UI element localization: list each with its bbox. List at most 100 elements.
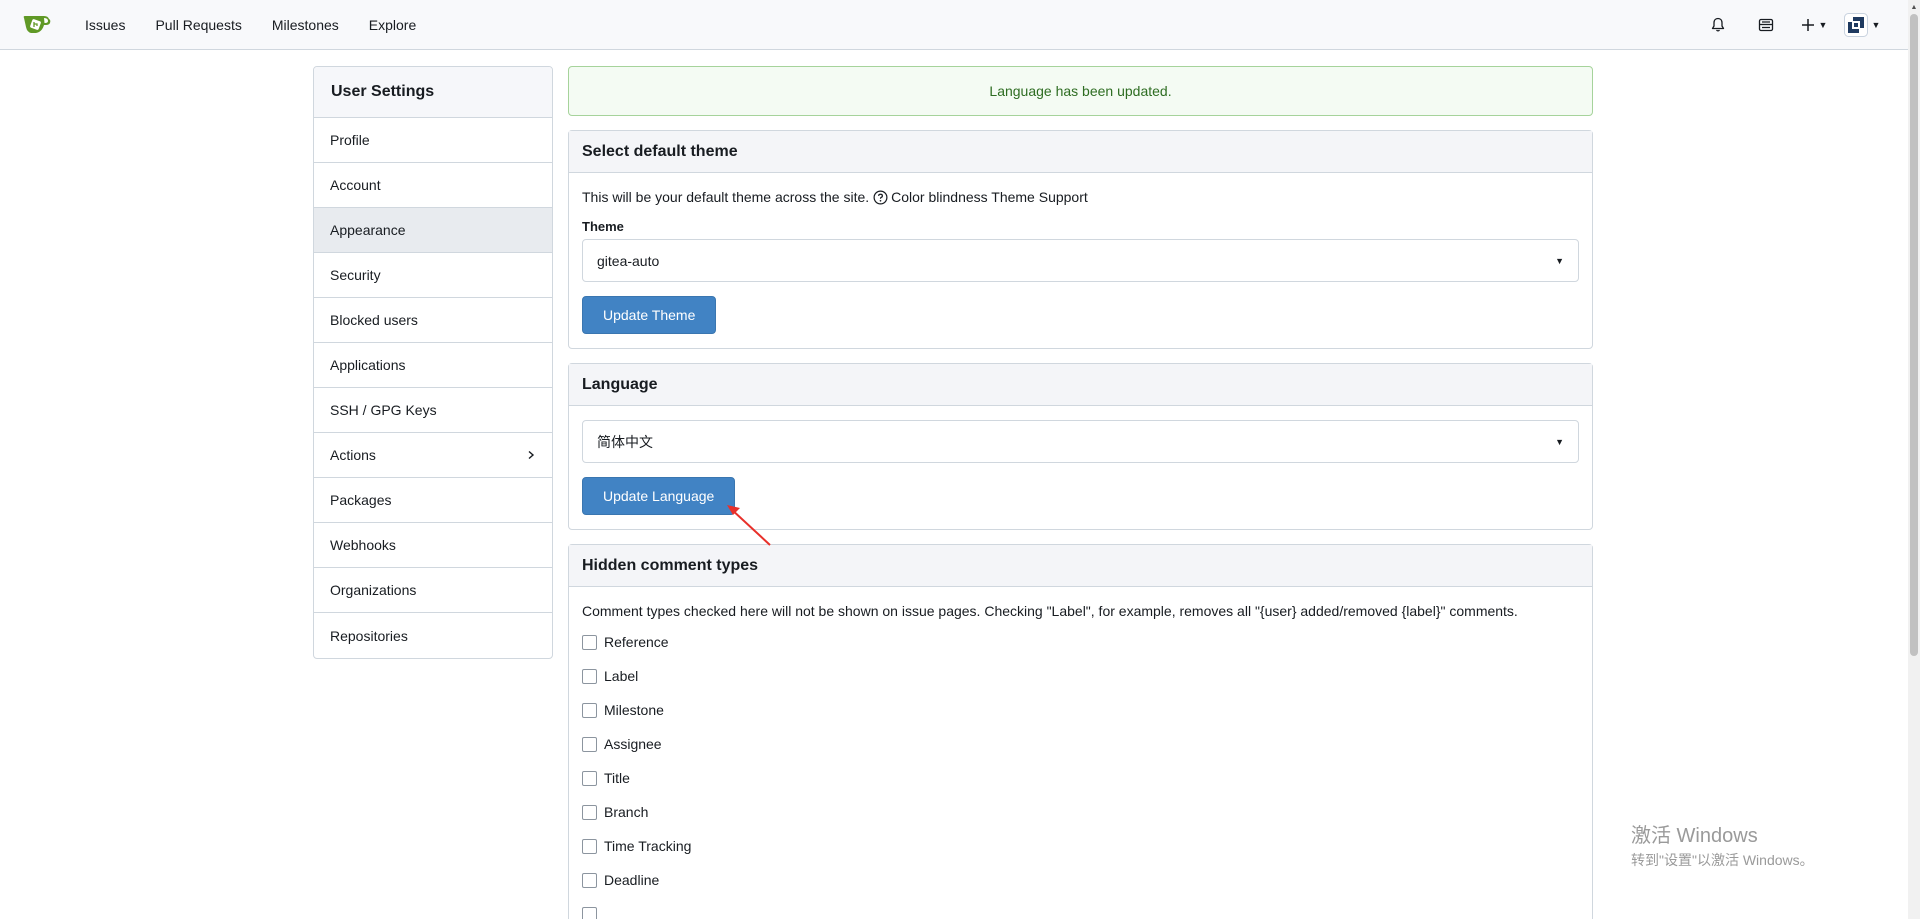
dropdown-caret-icon: ▼: [1555, 436, 1564, 447]
page-scrollbar[interactable]: ▲: [1908, 0, 1920, 919]
watermark-title: 激活 Windows: [1631, 825, 1758, 847]
chevron-right-icon: [528, 450, 535, 460]
dropdown-caret-icon: ▼: [1555, 255, 1564, 266]
bell-icon[interactable]: [1694, 0, 1742, 50]
nav-explore[interactable]: Explore: [354, 0, 431, 50]
sidebar-item-actions[interactable]: Actions: [314, 433, 552, 478]
checkbox-deadline[interactable]: [582, 872, 597, 888]
sidebar-item-ssh-gpg-keys[interactable]: SSH / GPG Keys: [314, 388, 552, 433]
sidebar-item-label: Packages: [330, 492, 392, 508]
sidebar-item-label: Appearance: [330, 222, 406, 238]
checkbox-milestone[interactable]: [582, 702, 597, 718]
checkbox-label: Label: [604, 668, 639, 684]
checkbox-label-type[interactable]: [582, 668, 597, 684]
checkbox-row-label[interactable]: Label: [582, 659, 1579, 693]
checkbox-label: Time Tracking: [604, 838, 692, 854]
theme-field-label: Theme: [582, 219, 624, 234]
sidebar-item-blocked-users[interactable]: Blocked users: [314, 298, 552, 343]
language-select[interactable]: 简体中文 ▼: [582, 420, 1579, 463]
checkbox-row-time-tracking[interactable]: Time Tracking: [582, 829, 1579, 863]
checkbox-label: Deadline: [604, 872, 660, 888]
gitea-logo-icon[interactable]: [22, 12, 52, 38]
theme-help: This will be your default theme across t…: [582, 187, 1579, 207]
sidebar-title: User Settings: [314, 67, 552, 118]
top-navbar: Issues Pull Requests Milestones Explore …: [0, 0, 1908, 50]
windows-activation-watermark: 激活 Windows 转到"设置"以激活 Windows。: [1631, 824, 1814, 870]
checkbox-label: Title: [604, 770, 630, 786]
sidebar-item-label: Security: [330, 267, 381, 283]
checkbox-branch[interactable]: [582, 804, 597, 820]
plus-icon: [1801, 19, 1814, 31]
language-section-body: 简体中文 ▼ Update Language: [569, 406, 1592, 529]
sidebar-item-label: SSH / GPG Keys: [330, 402, 437, 418]
checkbox-row-title[interactable]: Title: [582, 761, 1579, 795]
user-menu[interactable]: ▼: [1838, 0, 1886, 50]
language-section-header: Language: [569, 364, 1592, 406]
success-flash-message: Language has been updated.: [568, 66, 1593, 116]
sidebar-item-label: Webhooks: [330, 537, 396, 553]
settings-main: Language has been updated. Select defaul…: [568, 66, 1593, 919]
theme-select-value: gitea-auto: [597, 252, 660, 269]
update-theme-button[interactable]: Update Theme: [582, 296, 717, 334]
sidebar-item-organizations[interactable]: Organizations: [314, 568, 552, 613]
flash-text: Language has been updated.: [989, 83, 1172, 99]
scrollbar-thumb[interactable]: [1910, 14, 1918, 656]
sidebar-item-account[interactable]: Account: [314, 163, 552, 208]
sidebar-item-label: Account: [330, 177, 381, 193]
checkbox-row-deadline[interactable]: Deadline: [582, 863, 1579, 897]
sidebar-item-packages[interactable]: Packages: [314, 478, 552, 523]
checkbox-label: Assignee: [604, 736, 662, 752]
checkbox-partial[interactable]: [582, 906, 597, 919]
hidden-comment-types-header: Hidden comment types: [569, 545, 1592, 587]
question-circle-icon: [873, 190, 888, 205]
sidebar-item-profile[interactable]: Profile: [314, 118, 552, 163]
sidebar-item-label: Actions: [330, 447, 376, 463]
checkbox-row-assignee[interactable]: Assignee: [582, 727, 1579, 761]
sidebar-item-appearance[interactable]: Appearance: [314, 208, 552, 253]
nav-issues[interactable]: Issues: [70, 0, 140, 50]
checkbox-label: Milestone: [604, 702, 664, 718]
nav-milestones[interactable]: Milestones: [257, 0, 354, 50]
theme-select[interactable]: gitea-auto ▼: [582, 239, 1579, 282]
sidebar-item-label: Repositories: [330, 627, 408, 644]
theme-help-text: This will be your default theme across t…: [582, 189, 870, 205]
hidden-comment-types-body: Comment types checked here will not be s…: [569, 587, 1592, 919]
inbox-icon[interactable]: [1742, 0, 1790, 50]
avatar: [1843, 13, 1868, 37]
sidebar-item-label: Organizations: [330, 582, 417, 598]
chevron-down-icon: ▼: [1871, 20, 1881, 30]
sidebar-item-applications[interactable]: Applications: [314, 343, 552, 388]
hidden-comment-types-section: Hidden comment types Comment types check…: [568, 544, 1593, 919]
sidebar-item-security[interactable]: Security: [314, 253, 552, 298]
checkbox-label: Reference: [604, 634, 669, 650]
language-section: Language 简体中文 ▼ Update Language: [568, 363, 1593, 530]
update-language-button[interactable]: Update Language: [582, 477, 736, 515]
theme-section-body: This will be your default theme across t…: [569, 173, 1592, 348]
checkbox-label: Branch: [604, 804, 649, 820]
watermark-subtitle: 转到"设置"以激活 Windows。: [1631, 852, 1814, 868]
nav-links: Issues Pull Requests Milestones Explore: [70, 0, 431, 50]
color-blindness-theme-link[interactable]: Color blindness Theme Support: [891, 187, 1088, 207]
theme-section-header: Select default theme: [569, 131, 1592, 173]
sidebar-item-webhooks[interactable]: Webhooks: [314, 523, 552, 568]
checkbox-reference[interactable]: [582, 634, 597, 650]
language-select-value: 简体中文: [597, 433, 653, 450]
chevron-down-icon: ▼: [1818, 20, 1828, 30]
sidebar-item-repositories[interactable]: Repositories: [314, 613, 552, 658]
checkbox-row-branch[interactable]: Branch: [582, 795, 1579, 829]
nav-right-tools: ▼ ▼: [1694, 0, 1886, 50]
checkbox-assignee[interactable]: [582, 736, 597, 752]
checkbox-title[interactable]: [582, 770, 597, 786]
nav-pull-requests[interactable]: Pull Requests: [140, 0, 256, 50]
sidebar-item-label: Profile: [330, 132, 370, 148]
scroll-up-arrow-icon[interactable]: ▲: [1908, 0, 1920, 14]
sidebar-item-label: Applications: [330, 357, 406, 373]
sidebar-item-label: Blocked users: [330, 312, 418, 328]
checkbox-row-milestone[interactable]: Milestone: [582, 693, 1579, 727]
checkbox-time-tracking[interactable]: [582, 838, 597, 854]
checkbox-row-partial[interactable]: [582, 897, 1579, 919]
checkbox-row-reference[interactable]: Reference: [582, 625, 1579, 659]
create-new-menu[interactable]: ▼: [1790, 0, 1838, 50]
theme-section: Select default theme This will be your d…: [568, 130, 1593, 349]
hidden-comment-types-description: Comment types checked here will not be s…: [582, 603, 1518, 619]
